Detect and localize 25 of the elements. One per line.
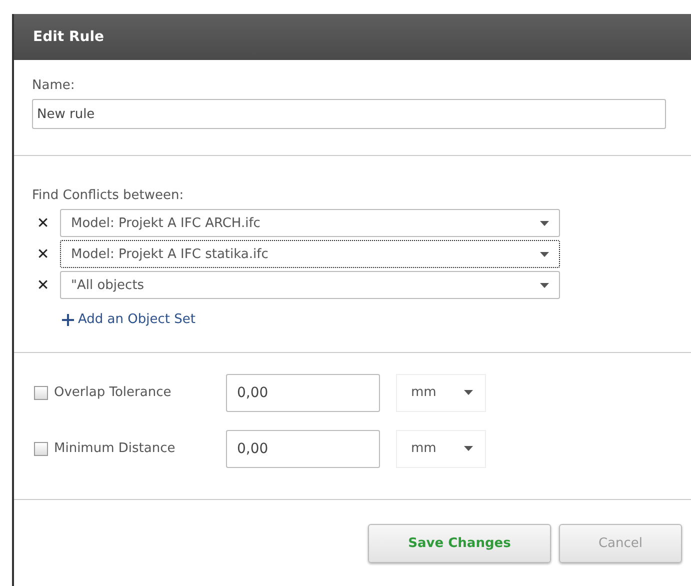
dialog-title: Edit Rule: [33, 29, 104, 45]
name-label: Name:: [32, 78, 76, 93]
caret-icon: [540, 282, 549, 288]
caret-icon: [464, 446, 473, 451]
plus-icon: [62, 314, 74, 326]
caret-icon: [540, 252, 549, 256]
unit-dropdown[interactable]: mm: [396, 430, 486, 468]
caret-icon: [540, 220, 549, 226]
object-set-dropdown[interactable]: Model: Projekt A IFC ARCH.ifc: [60, 209, 560, 237]
checkbox[interactable]: [34, 442, 48, 456]
value-field[interactable]: 0,00: [226, 374, 380, 412]
object-set-dropdown[interactable]: Model: Projekt A IFC statika.ifc: [60, 240, 560, 268]
unit-dropdown[interactable]: mm: [396, 374, 486, 412]
value-field[interactable]: 0,00: [226, 430, 380, 468]
caret-icon: [464, 390, 473, 395]
checkbox[interactable]: [34, 386, 48, 400]
object-set-dropdown[interactable]: "All objects: [60, 271, 560, 299]
remove-icon[interactable]: ✕: [32, 245, 54, 263]
option-label: Overlap Tolerance: [54, 385, 172, 400]
remove-icon[interactable]: ✕: [32, 214, 54, 232]
remove-icon[interactable]: ✕: [32, 276, 54, 294]
name-field[interactable]: New rule: [32, 99, 666, 129]
add-object-set-link[interactable]: Add an Object Set: [62, 312, 196, 327]
option-label: Minimum Distance: [54, 441, 176, 456]
section-label: Find Conflicts between:: [32, 188, 185, 203]
